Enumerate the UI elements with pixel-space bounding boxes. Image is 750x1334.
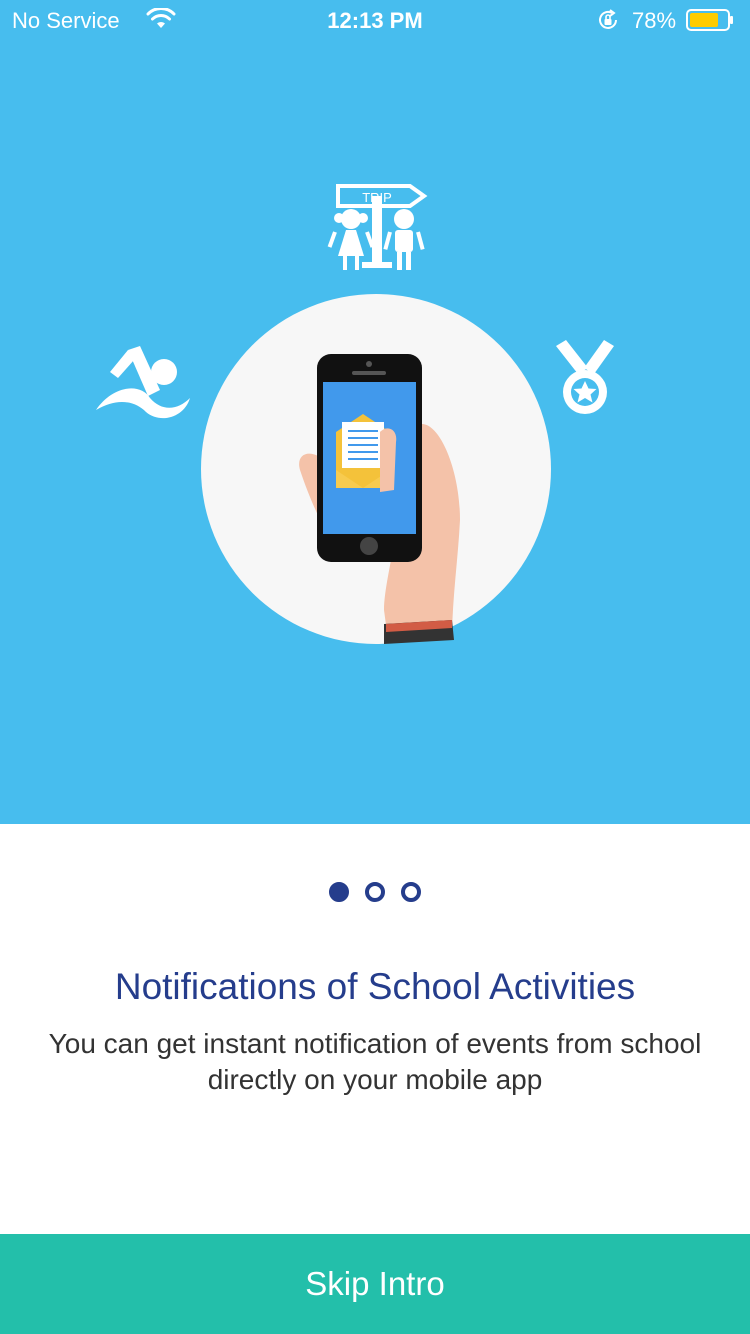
intro-illustration: TRIP (96, 184, 614, 644)
trip-kids-icon: TRIP (327, 184, 428, 270)
page-dot[interactable] (401, 882, 421, 902)
skip-intro-button[interactable]: Skip Intro (0, 1234, 750, 1334)
page-dot[interactable] (329, 882, 349, 902)
swimmer-icon (96, 346, 190, 419)
page-dot[interactable] (365, 882, 385, 902)
trip-sign-text: TRIP (362, 190, 392, 205)
intro-title: Notifications of School Activities (114, 966, 636, 1007)
page-indicator (0, 882, 750, 906)
medal-icon (556, 340, 614, 414)
intro-description: You can get instant notification of even… (48, 1028, 702, 1095)
